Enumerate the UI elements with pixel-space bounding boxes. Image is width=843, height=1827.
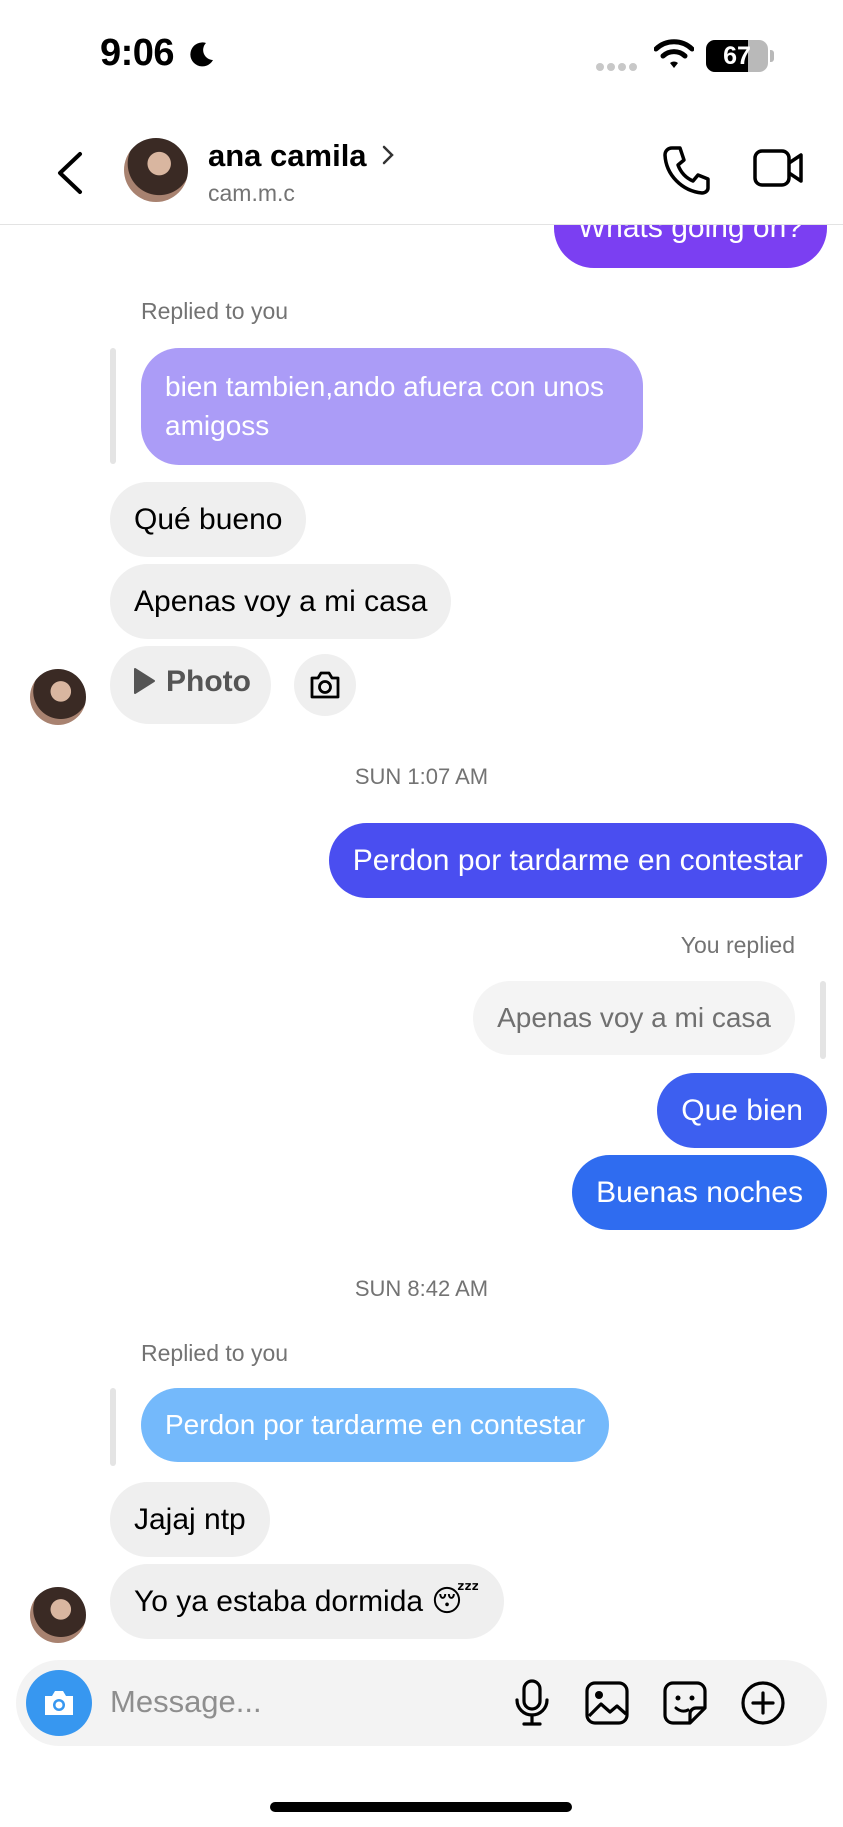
message-incoming[interactable]: Jajaj ntp bbox=[110, 1482, 270, 1557]
message-text: Jajaj ntp bbox=[134, 1503, 246, 1536]
video-icon[interactable] bbox=[752, 146, 804, 190]
timestamp: SUN 8:42 AM bbox=[354, 1276, 489, 1301]
moon-icon bbox=[190, 42, 213, 67]
quoted-message[interactable]: bien tambien,ando afuera con unos amigos… bbox=[141, 348, 643, 466]
contact-username[interactable]: cam.m.c bbox=[208, 180, 295, 207]
timestamp: SUN 1:07 AM bbox=[354, 764, 489, 789]
message-text: Qué bueno bbox=[134, 503, 283, 536]
avatar[interactable] bbox=[30, 669, 86, 725]
quoted-text: Apenas voy a mi casa bbox=[497, 1002, 771, 1033]
signal-icon bbox=[596, 58, 640, 76]
play-icon bbox=[134, 668, 155, 694]
avatar[interactable] bbox=[30, 1587, 86, 1643]
message-text: Apenas voy a mi casa bbox=[134, 585, 428, 618]
quoted-message[interactable]: Apenas voy a mi casa bbox=[473, 981, 795, 1056]
back-icon[interactable] bbox=[50, 150, 90, 196]
message-input[interactable]: Message... bbox=[110, 1684, 262, 1720]
camera-reply-button[interactable] bbox=[294, 654, 356, 716]
wifi-icon bbox=[654, 39, 694, 68]
message-text: Que bien bbox=[681, 1094, 803, 1127]
reply-bar bbox=[110, 348, 116, 464]
camera-icon bbox=[310, 671, 340, 699]
reply-label: Replied to you bbox=[141, 1340, 289, 1366]
camera-button[interactable] bbox=[26, 1670, 92, 1736]
gallery-icon[interactable] bbox=[584, 1680, 630, 1726]
message-composer: Message... bbox=[16, 1660, 827, 1746]
reply-bar bbox=[110, 1388, 116, 1466]
you-replied-label: You replied bbox=[680, 932, 795, 958]
message-outgoing[interactable]: Que bien bbox=[657, 1073, 827, 1148]
reply-label: Replied to you bbox=[141, 298, 289, 324]
phone-icon[interactable] bbox=[660, 144, 710, 196]
photo-label: Photo bbox=[166, 665, 251, 698]
status-time: 9:06 bbox=[100, 32, 175, 74]
message-text: Perdon por tardarme en contestar bbox=[352, 844, 803, 877]
battery-tip bbox=[770, 50, 774, 62]
avatar[interactable] bbox=[124, 138, 188, 202]
message-outgoing[interactable]: Buenas noches bbox=[572, 1155, 827, 1230]
sticker-icon[interactable] bbox=[662, 1680, 708, 1726]
contact-name[interactable]: ana camila bbox=[208, 138, 367, 174]
message-outgoing[interactable]: Perdon por tardarme en contestar bbox=[328, 823, 827, 898]
reply-bar bbox=[820, 981, 826, 1059]
quoted-message[interactable]: Perdon por tardarme en contestar bbox=[141, 1388, 610, 1463]
quoted-text: Perdon por tardarme en contestar bbox=[165, 1409, 586, 1440]
plus-icon[interactable] bbox=[740, 1680, 786, 1726]
battery-level: 67 bbox=[723, 42, 751, 70]
chat-header: ana camila cam.m.c bbox=[0, 120, 843, 225]
message-text: Yo ya estaba dormida 😴 bbox=[134, 1585, 480, 1618]
camera-icon bbox=[45, 1691, 73, 1715]
photo-message[interactable]: Photo bbox=[110, 646, 271, 724]
message-incoming[interactable]: Qué bueno bbox=[110, 482, 307, 557]
message-incoming[interactable]: Apenas voy a mi casa bbox=[110, 564, 452, 639]
chevron-right-icon[interactable] bbox=[380, 144, 396, 166]
message-incoming[interactable]: Yo ya estaba dormida 😴 bbox=[110, 1564, 504, 1639]
message-text: Buenas noches bbox=[596, 1176, 803, 1209]
quoted-text: bien tambien,ando afuera con unos amigos… bbox=[165, 371, 604, 441]
mic-icon[interactable] bbox=[512, 1678, 552, 1728]
battery-icon: 67 bbox=[706, 40, 768, 72]
home-indicator bbox=[270, 1802, 572, 1812]
